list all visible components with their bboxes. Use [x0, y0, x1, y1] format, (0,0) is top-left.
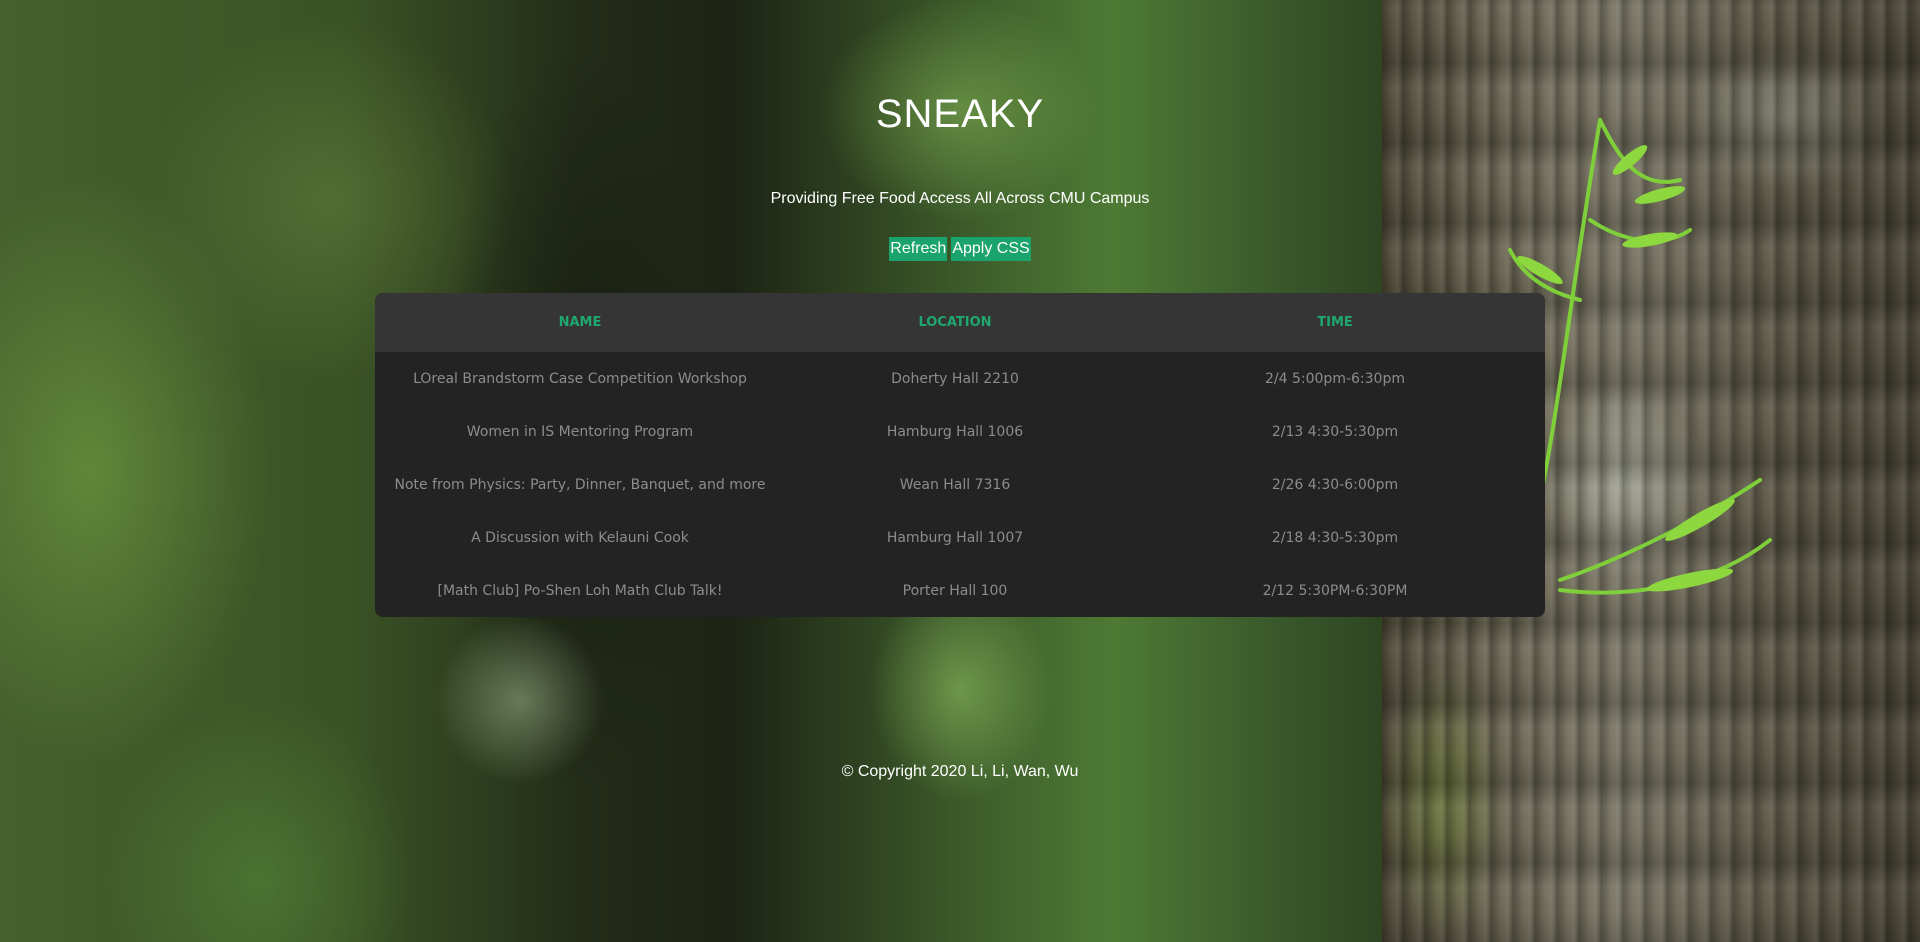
events-table: NAME LOCATION TIME LOreal Brandstorm Cas…	[375, 293, 1545, 617]
event-name-cell: Note from Physics: Party, Dinner, Banque…	[394, 476, 766, 493]
events-table-grid: NAME LOCATION TIME LOreal Brandstorm Cas…	[375, 293, 1545, 617]
page-tagline: Providing Free Food Access All Across CM…	[770, 190, 1150, 207]
refresh-button[interactable]: Refresh	[889, 237, 948, 261]
column-header-time: TIME	[1125, 293, 1545, 352]
table-header-row: NAME LOCATION TIME	[375, 293, 1545, 352]
column-header-name: NAME	[375, 293, 785, 352]
event-location-cell: Hamburg Hall 1006	[886, 423, 1024, 440]
footer-copyright: © Copyright 2020 Li, Li, Wan, Wu	[841, 763, 1079, 780]
event-name-cell: LOreal Brandstorm Case Competition Works…	[413, 370, 747, 387]
event-location-cell: Wean Hall 7316	[899, 476, 1011, 493]
toolbar: Refresh Apply CSS	[0, 237, 1920, 261]
event-name-cell: Women in IS Mentoring Program	[466, 423, 694, 440]
background-leaves	[1508, 118, 1772, 595]
event-name-cell: A Discussion with Kelauni Cook	[471, 529, 689, 546]
apply-css-button[interactable]: Apply CSS	[951, 237, 1031, 261]
event-location-cell: Doherty Hall 2210	[891, 370, 1019, 387]
column-header-location: LOCATION	[785, 293, 1125, 352]
event-location-cell: Porter Hall 100	[902, 582, 1008, 599]
event-location-cell: Hamburg Hall 1007	[886, 529, 1024, 546]
table-row: LOreal Brandstorm Case Competition Works…	[375, 352, 1545, 405]
page-title: SNEAKY	[875, 92, 1045, 136]
table-row: A Discussion with Kelauni Cook Hamburg H…	[375, 511, 1545, 564]
event-time-cell: 2/13 4:30-5:30pm	[1271, 423, 1399, 440]
table-row: Note from Physics: Party, Dinner, Banque…	[375, 458, 1545, 511]
event-time-cell: 2/12 5:30PM-6:30PM	[1262, 582, 1408, 599]
table-row: Women in IS Mentoring Program Hamburg Ha…	[375, 405, 1545, 458]
event-time-cell: 2/26 4:30-6:00pm	[1271, 476, 1399, 493]
event-time-cell: 2/4 5:00pm-6:30pm	[1265, 370, 1405, 387]
event-time-cell: 2/18 4:30-5:30pm	[1271, 529, 1399, 546]
table-row: [Math Club] Po-Shen Loh Math Club Talk! …	[375, 564, 1545, 617]
event-name-cell: [Math Club] Po-Shen Loh Math Club Talk!	[437, 582, 723, 599]
